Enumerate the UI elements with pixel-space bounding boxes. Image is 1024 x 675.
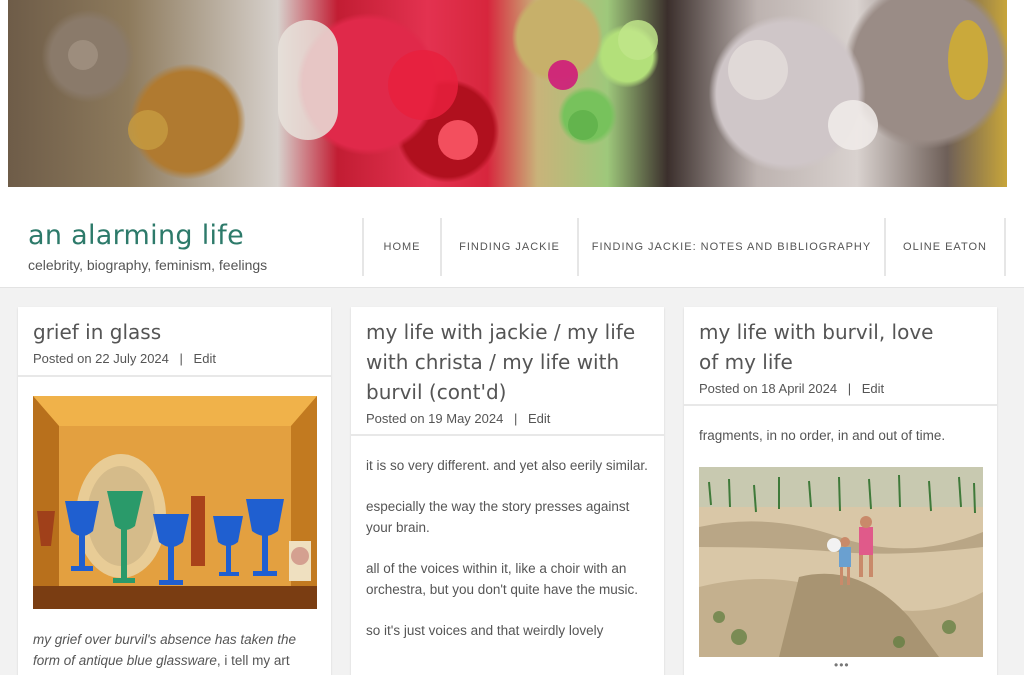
excerpt-rest: , i tell my art [216, 653, 290, 668]
posted-label: Posted on [699, 381, 758, 396]
edit-link[interactable]: Edit [862, 381, 884, 396]
post-paragraph: it is so very different. and yet also ee… [366, 458, 648, 473]
site-tagline: celebrity, biography, feminism, feelings [28, 257, 268, 273]
post-paragraph: especially the way the story presses aga… [366, 499, 630, 535]
post-paragraph: so it's just voices and that weirdly lov… [366, 623, 604, 638]
header-banner-image [8, 0, 1007, 187]
post-meta: Posted on 22 July 2024 | Edit [33, 351, 316, 366]
nav-finding-jackie[interactable]: FINDING JACKIE [440, 218, 577, 276]
post-card: my life with jackie / my life with chris… [351, 307, 664, 675]
beach-photo [699, 467, 983, 657]
post-date-link[interactable]: 22 July 2024 [95, 351, 169, 366]
glassware-photo [33, 396, 317, 609]
header-image-area [0, 0, 1024, 208]
nav-finding-jackie-notes[interactable]: FINDING JACKIE: NOTES AND BIBLIOGRAPHY [577, 218, 884, 276]
post-excerpt: my grief over burvil's absence has taken… [33, 629, 317, 671]
post-intro: fragments, in no order, in and out of ti… [699, 428, 946, 443]
post-header: my life with burvil, love of my life Pos… [684, 307, 997, 406]
more-indicator: ••• [834, 658, 850, 672]
meta-separator: | [513, 411, 518, 426]
nav-home[interactable]: HOME [362, 218, 440, 276]
post-body: fragments, in no order, in and out of ti… [684, 406, 997, 446]
nav-oline-eaton[interactable]: OLINE EATON [884, 218, 1004, 276]
nav-divider [1004, 218, 1006, 276]
posted-label: Posted on [33, 351, 92, 366]
post-meta: Posted on 19 May 2024 | Edit [366, 411, 649, 426]
meta-separator: | [847, 381, 852, 396]
site-title-link[interactable]: an alarming life [28, 220, 244, 251]
post-date-link[interactable]: 19 May 2024 [428, 411, 503, 426]
post-header: grief in glass Posted on 22 July 2024 | … [18, 307, 331, 377]
post-paragraph: all of the voices within it, like a choi… [366, 561, 638, 597]
post-body: it is so very different. and yet also ee… [351, 436, 664, 641]
post-date-link[interactable]: 18 April 2024 [761, 381, 837, 396]
post-header: my life with jackie / my life with chris… [351, 307, 664, 436]
post-title-link[interactable]: my life with burvil, love of my life [699, 317, 949, 377]
edit-link[interactable]: Edit [528, 411, 550, 426]
posted-label: Posted on [366, 411, 425, 426]
post-title-link[interactable]: my life with jackie / my life with chris… [366, 317, 649, 407]
meta-separator: | [179, 351, 183, 366]
post-title-link[interactable]: grief in glass [33, 317, 316, 347]
edit-link[interactable]: Edit [194, 351, 216, 366]
post-meta: Posted on 18 April 2024 | Edit [699, 381, 982, 396]
